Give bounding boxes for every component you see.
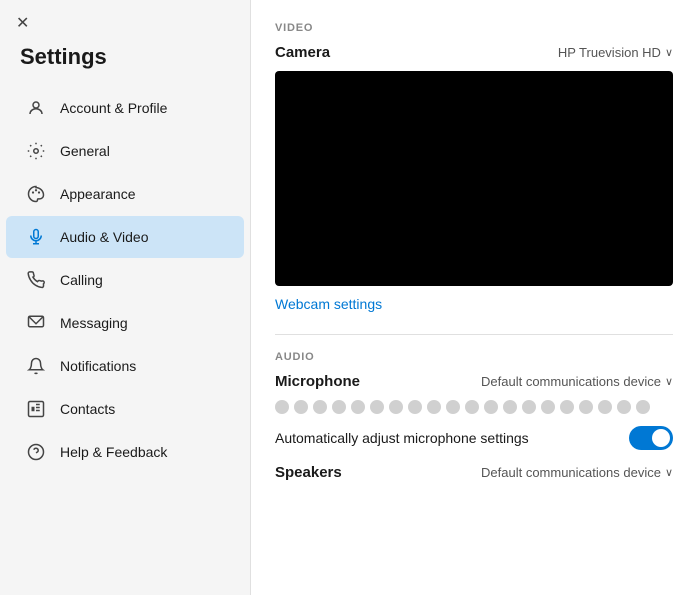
speakers-value: Default communications device bbox=[481, 465, 661, 480]
mic-dot bbox=[617, 400, 631, 414]
sidebar-item-appearance[interactable]: Appearance bbox=[6, 173, 244, 215]
auto-adjust-label: Automatically adjust microphone settings bbox=[275, 430, 529, 446]
audio-video-icon bbox=[26, 227, 46, 247]
mic-dot bbox=[389, 400, 403, 414]
general-icon bbox=[26, 141, 46, 161]
camera-label: Camera bbox=[275, 44, 330, 61]
camera-value: HP Truevision HD bbox=[558, 45, 661, 60]
calling-icon bbox=[26, 270, 46, 290]
auto-adjust-toggle[interactable] bbox=[629, 426, 673, 450]
mic-level-indicator bbox=[275, 400, 673, 414]
mic-dot bbox=[484, 400, 498, 414]
mic-dot bbox=[351, 400, 365, 414]
sidebar: ✕ Settings Account & Profile General Appea… bbox=[0, 0, 251, 595]
help-icon bbox=[26, 442, 46, 462]
microphone-dropdown[interactable]: Default communications device ∨ bbox=[481, 374, 673, 389]
speakers-label: Speakers bbox=[275, 464, 342, 481]
sidebar-item-label-notifications: Notifications bbox=[60, 358, 136, 374]
microphone-row: Microphone Default communications device… bbox=[275, 373, 673, 390]
sidebar-item-label-contacts: Contacts bbox=[60, 401, 115, 417]
sidebar-header: ✕ bbox=[0, 0, 250, 40]
camera-row: Camera HP Truevision HD ∨ bbox=[275, 44, 673, 61]
sidebar-item-notifications[interactable]: Notifications bbox=[6, 345, 244, 387]
speakers-dropdown-arrow: ∨ bbox=[665, 466, 673, 479]
messaging-icon bbox=[26, 313, 46, 333]
mic-dot bbox=[275, 400, 289, 414]
mic-dot bbox=[332, 400, 346, 414]
mic-dot bbox=[560, 400, 574, 414]
camera-dropdown-arrow: ∨ bbox=[665, 46, 673, 59]
sidebar-item-label-general: General bbox=[60, 143, 110, 159]
sidebar-item-messaging[interactable]: Messaging bbox=[6, 302, 244, 344]
webcam-settings-link[interactable]: Webcam settings bbox=[275, 296, 382, 312]
settings-title: Settings bbox=[0, 40, 250, 86]
mic-dot bbox=[465, 400, 479, 414]
sidebar-item-account[interactable]: Account & Profile bbox=[6, 87, 244, 129]
sidebar-item-label-appearance: Appearance bbox=[60, 186, 136, 202]
microphone-label: Microphone bbox=[275, 373, 360, 390]
appearance-icon bbox=[26, 184, 46, 204]
sidebar-item-general[interactable]: General bbox=[6, 130, 244, 172]
audio-section-label: AUDIO bbox=[275, 351, 673, 363]
notifications-icon bbox=[26, 356, 46, 376]
mic-dot bbox=[313, 400, 327, 414]
mic-dot bbox=[408, 400, 422, 414]
mic-dot bbox=[598, 400, 612, 414]
video-section-label: VIDEO bbox=[275, 22, 673, 34]
mic-dot bbox=[503, 400, 517, 414]
contacts-icon bbox=[26, 399, 46, 419]
sidebar-item-contacts[interactable]: Contacts bbox=[6, 388, 244, 430]
sidebar-item-audio-video[interactable]: Audio & Video bbox=[6, 216, 244, 258]
sidebar-item-label-help: Help & Feedback bbox=[60, 444, 167, 460]
sidebar-nav: Account & Profile General Appearance Audio … bbox=[0, 86, 250, 474]
camera-dropdown[interactable]: HP Truevision HD ∨ bbox=[558, 45, 673, 60]
mic-dot bbox=[541, 400, 555, 414]
account-icon bbox=[26, 98, 46, 118]
mic-dot bbox=[579, 400, 593, 414]
speakers-row: Speakers Default communications device ∨ bbox=[275, 464, 673, 481]
mic-dot bbox=[370, 400, 384, 414]
sidebar-item-label-messaging: Messaging bbox=[60, 315, 128, 331]
sidebar-item-label-account: Account & Profile bbox=[60, 100, 167, 116]
speakers-dropdown[interactable]: Default communications device ∨ bbox=[481, 465, 673, 480]
mic-dot bbox=[294, 400, 308, 414]
mic-dot bbox=[446, 400, 460, 414]
main-content: VIDEO Camera HP Truevision HD ∨ Webcam s… bbox=[251, 0, 697, 595]
mic-dot bbox=[522, 400, 536, 414]
microphone-dropdown-arrow: ∨ bbox=[665, 375, 673, 388]
sidebar-item-help[interactable]: Help & Feedback bbox=[6, 431, 244, 473]
microphone-value: Default communications device bbox=[481, 374, 661, 389]
close-button[interactable]: ✕ bbox=[16, 16, 29, 32]
sidebar-item-calling[interactable]: Calling bbox=[6, 259, 244, 301]
auto-adjust-row: Automatically adjust microphone settings bbox=[275, 426, 673, 450]
mic-dot bbox=[427, 400, 441, 414]
sidebar-item-label-audio-video: Audio & Video bbox=[60, 229, 148, 245]
camera-preview bbox=[275, 71, 673, 286]
sidebar-item-label-calling: Calling bbox=[60, 272, 103, 288]
mic-dot bbox=[636, 400, 650, 414]
toggle-thumb bbox=[652, 429, 670, 447]
section-divider bbox=[275, 334, 673, 335]
